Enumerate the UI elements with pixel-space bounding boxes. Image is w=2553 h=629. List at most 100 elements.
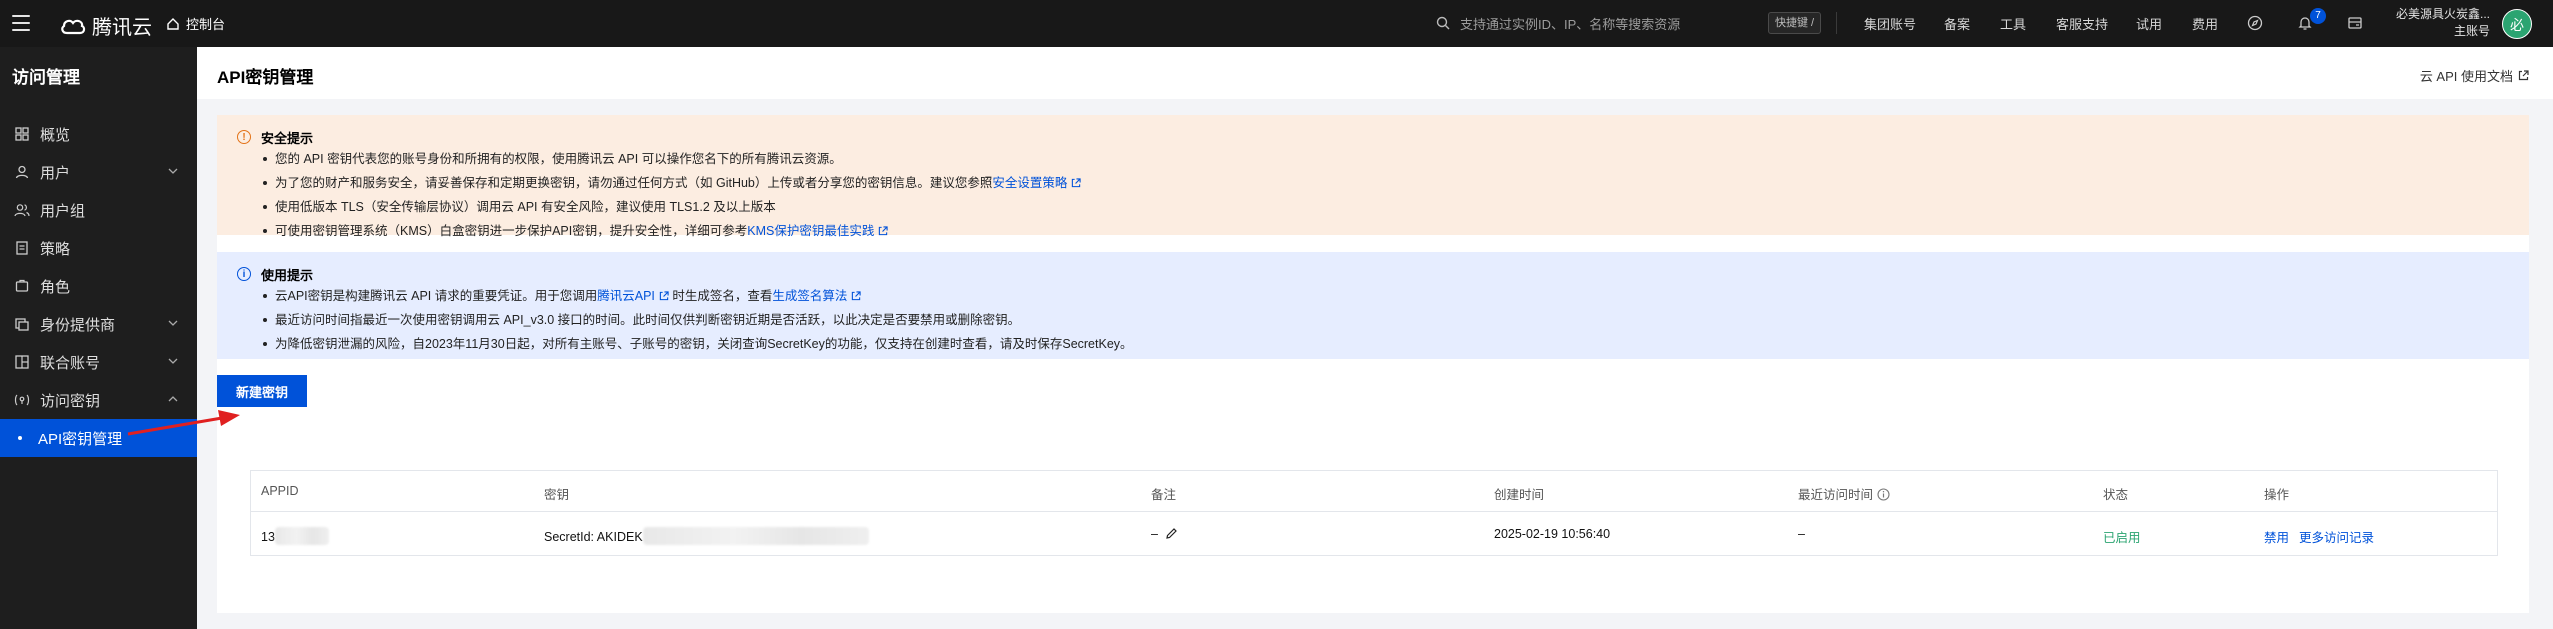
row-divider bbox=[251, 511, 2497, 512]
notice-text: 为降低密钥泄漏的风险，自2023年11月30日起，对所有主账号、子账号的密钥，关… bbox=[275, 337, 1133, 351]
api-key-table: APPID 密钥 备注 创建时间 最近访问时间 状态 操作 13 SecretI… bbox=[250, 470, 2498, 556]
column-header-actions: 操作 bbox=[2264, 488, 2290, 502]
usage-notice: i 使用提示 云API密钥是构建腾讯云 API 请求的重要凭证。用于您调用腾讯云… bbox=[217, 252, 2529, 359]
signature-algorithm-link[interactable]: 生成签名算法 bbox=[772, 289, 847, 303]
notice-text: 为了您的财产和服务安全，请妥善保存和定期更换密钥，请勿通过任何方式（如 GitH… bbox=[275, 176, 993, 190]
nav-tools[interactable]: 工具 bbox=[2000, 0, 2026, 47]
compass-icon[interactable] bbox=[2245, 13, 2265, 33]
top-bar: 腾讯云 控制台 支持通过实例ID、IP、名称等搜索资源 快捷键 / 集团账号 备… bbox=[0, 0, 2553, 47]
column-header-status: 状态 bbox=[2103, 488, 2129, 502]
external-link-icon bbox=[879, 226, 888, 236]
api-doc-link[interactable]: 云 API 使用文档 bbox=[2420, 66, 2529, 85]
external-link-icon bbox=[2518, 70, 2529, 81]
nav-trial[interactable]: 试用 bbox=[2136, 0, 2162, 47]
console-home-link[interactable]: 控制台 bbox=[166, 14, 225, 33]
redacted-mask bbox=[642, 527, 869, 545]
redacted-mask bbox=[274, 527, 329, 545]
nav-support[interactable]: 客服支持 bbox=[2056, 0, 2108, 47]
cell-note: – bbox=[1151, 527, 1178, 541]
tencent-cloud-logo[interactable]: 腾讯云 bbox=[60, 11, 152, 40]
status-badge: 已启用 bbox=[2103, 531, 2141, 545]
hamburger-menu-icon[interactable] bbox=[12, 15, 30, 31]
policy-icon bbox=[14, 240, 30, 256]
annotation-arrow bbox=[127, 410, 240, 436]
cell-appid: 13 bbox=[261, 527, 329, 545]
sidebar-item-label: 角色 bbox=[40, 278, 71, 296]
sidebar-item-label: 概览 bbox=[40, 126, 71, 144]
notice-text: 使用低版本 TLS（安全传输层协议）调用云 API 有安全风险，建议使用 TLS… bbox=[275, 200, 776, 214]
sidebar-item-users[interactable]: 用户 bbox=[0, 153, 197, 191]
user-role: 主账号 bbox=[2453, 24, 2490, 38]
user-info[interactable]: 必美源具火炭鑫... 主账号 bbox=[2390, 6, 2490, 40]
security-notice-item: 可使用密钥管理系统（KMS）白盒密钥进一步保护API密钥，提升安全性，详细可参考… bbox=[261, 219, 2513, 243]
chevron-down-icon bbox=[168, 168, 178, 174]
nav-group-account[interactable]: 集团账号 bbox=[1864, 0, 1916, 47]
search-placeholder: 支持通过实例ID、IP、名称等搜索资源 bbox=[1460, 16, 1681, 32]
kms-best-practice-link[interactable]: KMS保护密钥最佳实践 bbox=[747, 224, 874, 238]
avatar[interactable]: 必 bbox=[2502, 9, 2532, 39]
security-notice-item: 您的 API 密钥代表您的账号身份和所拥有的权限，使用腾讯云 API 可以操作您… bbox=[261, 147, 2513, 171]
security-policy-link[interactable]: 安全设置策略 bbox=[992, 176, 1067, 190]
sidebar-subitem-label: API密钥管理 bbox=[38, 430, 123, 448]
sidebar-item-label: 身份提供商 bbox=[40, 316, 116, 334]
cell-actions: 禁用 更多访问记录 bbox=[2264, 527, 2384, 546]
notice-text: 您的 API 密钥代表您的账号身份和所拥有的权限，使用腾讯云 API 可以操作您… bbox=[275, 152, 842, 166]
shortcut-hint: 快捷键 / bbox=[1768, 12, 1822, 34]
usage-notice-item: 云API密钥是构建腾讯云 API 请求的重要凭证。用于您调用腾讯云API 时生成… bbox=[261, 284, 2513, 308]
info-icon: i bbox=[237, 267, 251, 281]
console-label: 控制台 bbox=[186, 17, 226, 32]
column-header-appid: APPID bbox=[261, 484, 299, 498]
sidebar-item-federated-accounts[interactable]: 联合账号 bbox=[0, 343, 197, 381]
external-link-icon bbox=[852, 291, 862, 301]
note-value: – bbox=[1151, 527, 1158, 541]
cell-created-time: 2025-02-19 10:56:40 bbox=[1494, 527, 1611, 541]
main-content: API密钥管理 云 API 使用文档 ! 安全提示 您的 API 密钥代表您的账… bbox=[197, 47, 2553, 629]
chevron-down-icon bbox=[168, 358, 178, 364]
home-icon bbox=[167, 17, 179, 30]
security-notice: ! 安全提示 您的 API 密钥代表您的账号身份和所拥有的权限，使用腾讯云 AP… bbox=[217, 115, 2529, 238]
topbar-divider bbox=[1836, 12, 1837, 34]
notification-badge: 7 bbox=[2310, 8, 2326, 24]
info-circle-icon[interactable] bbox=[1877, 488, 1890, 501]
role-icon bbox=[14, 278, 30, 294]
usage-notice-title: 使用提示 bbox=[261, 267, 314, 283]
sidebar-item-label: 联合账号 bbox=[40, 354, 101, 372]
column-header-last-access: 最近访问时间 bbox=[1798, 484, 1890, 503]
security-notice-item: 使用低版本 TLS（安全传输层协议）调用云 API 有安全风险，建议使用 TLS… bbox=[261, 195, 2513, 219]
identity-provider-icon bbox=[14, 316, 30, 332]
key-icon bbox=[14, 392, 30, 408]
notice-text: 时生成签名，查看 bbox=[672, 289, 773, 303]
doc-link-label: 云 API 使用文档 bbox=[2419, 69, 2513, 84]
sidebar-item-label: 访问密钥 bbox=[40, 392, 101, 410]
sidebar-item-overview[interactable]: 概览 bbox=[0, 115, 197, 153]
nav-billing[interactable]: 费用 bbox=[2192, 0, 2218, 47]
security-notice-title: 安全提示 bbox=[261, 130, 314, 146]
chevron-down-icon bbox=[168, 320, 178, 326]
nav-filing[interactable]: 备案 bbox=[1944, 0, 1970, 47]
external-link-icon bbox=[659, 291, 669, 301]
access-history-link[interactable]: 更多访问记录 bbox=[2299, 531, 2374, 545]
sidebar-item-roles[interactable]: 角色 bbox=[0, 267, 197, 305]
sidebar-item-user-groups[interactable]: 用户组 bbox=[0, 191, 197, 229]
search-icon bbox=[1436, 16, 1450, 30]
disable-key-link[interactable]: 禁用 bbox=[2264, 531, 2289, 545]
sidebar-item-label: 用户 bbox=[40, 164, 71, 182]
tencent-cloud-api-link[interactable]: 腾讯云API bbox=[597, 289, 655, 303]
sidebar-item-identity-providers[interactable]: 身份提供商 bbox=[0, 305, 197, 343]
user-icon bbox=[14, 164, 30, 180]
grid-icon bbox=[14, 126, 30, 142]
pencil-icon[interactable] bbox=[1165, 527, 1178, 540]
sidebar: 访问管理 概览 用户 用户组 策略 角色 身份提供商 联合账号 访问密钥 API… bbox=[0, 47, 197, 629]
sidebar-item-policies[interactable]: 策略 bbox=[0, 229, 197, 267]
page-title: API密钥管理 bbox=[217, 68, 314, 87]
usage-notice-item: 为降低密钥泄漏的风险，自2023年11月30日起，对所有主账号、子账号的密钥，关… bbox=[261, 332, 2513, 356]
secret-id-value: SecretId: AKIDEK bbox=[544, 530, 643, 544]
content-panel: ! 安全提示 您的 API 密钥代表您的账号身份和所拥有的权限，使用腾讯云 AP… bbox=[217, 115, 2529, 613]
page-header: API密钥管理 云 API 使用文档 bbox=[197, 47, 2553, 99]
column-header-secret: 密钥 bbox=[544, 488, 570, 502]
sidebar-item-label: 策略 bbox=[40, 240, 71, 258]
message-icon[interactable] bbox=[2345, 13, 2365, 33]
usage-notice-item: 最近访问时间指最近一次使用密钥调用云 API_v3.0 接口的时间。此时间仅供判… bbox=[261, 308, 2513, 332]
header-label: 最近访问时间 bbox=[1798, 488, 1874, 502]
user-group-icon bbox=[14, 202, 30, 218]
